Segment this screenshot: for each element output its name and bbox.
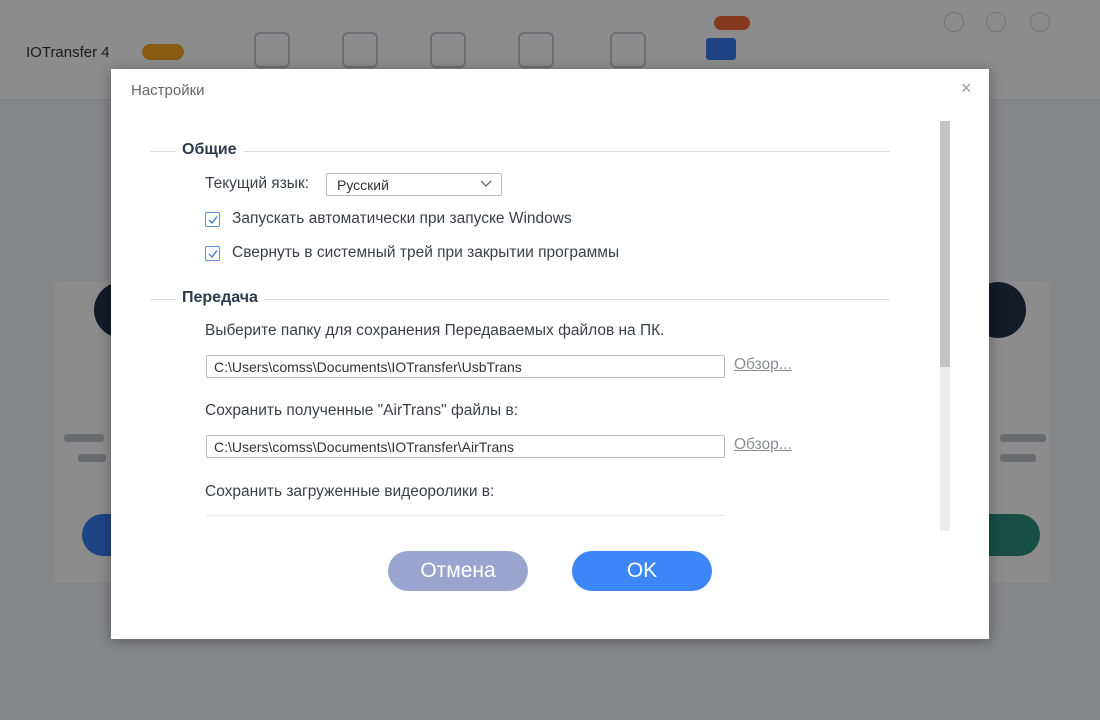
transfer-section-header: Передача	[150, 289, 890, 309]
save-folder-label: Выберите папку для сохранения Передаваем…	[205, 322, 665, 339]
save-folder-path-field[interactable]: C:\Users\comss\Documents\IOTransfer\UsbT…	[206, 355, 725, 378]
dialog-title: Настройки	[131, 82, 205, 99]
language-select[interactable]: Русский	[326, 173, 502, 196]
minimize-to-tray-label: Свернуть в системный трей при закрытии п…	[232, 244, 620, 261]
save-folder-path-value: C:\Users\comss\Documents\IOTransfer\UsbT…	[214, 359, 522, 375]
videos-label: Сохранить загруженные видеоролики в:	[205, 483, 495, 500]
videos-path-field-edge	[206, 515, 725, 516]
general-section-header: Общие	[150, 141, 890, 161]
transfer-section-title: Передача	[176, 289, 264, 307]
browse-save-folder-link[interactable]: Обзор...	[734, 356, 792, 374]
airtrans-label: Сохранить полученные "AirTrans" файлы в:	[205, 402, 519, 419]
scrollbar-thumb[interactable]	[940, 121, 950, 367]
airtrans-path-value: C:\Users\comss\Documents\IOTransfer\AirT…	[214, 439, 515, 455]
section-divider	[150, 151, 890, 152]
autostart-checkbox[interactable]	[205, 212, 220, 227]
general-section-title: Общие	[176, 141, 243, 159]
airtrans-path-field[interactable]: C:\Users\comss\Documents\IOTransfer\AirT…	[206, 435, 725, 458]
ok-button[interactable]: OK	[572, 551, 712, 591]
language-select-value: Русский	[337, 177, 389, 193]
chevron-down-icon	[480, 180, 492, 187]
checkmark-icon	[208, 250, 218, 259]
close-icon[interactable]: ×	[961, 78, 972, 98]
language-label: Текущий язык:	[205, 175, 310, 192]
checkmark-icon	[208, 216, 218, 225]
settings-dialog: Настройки × Общие Текущий язык: Русский …	[111, 69, 989, 639]
browse-airtrans-link[interactable]: Обзор...	[734, 436, 792, 454]
autostart-label: Запускать автоматически при запуске Wind…	[232, 210, 572, 227]
cancel-button[interactable]: Отмена	[388, 551, 528, 591]
settings-content: Общие Текущий язык: Русский Запускать ав…	[111, 121, 989, 531]
settings-scrollbar[interactable]	[940, 121, 950, 531]
minimize-to-tray-checkbox[interactable]	[205, 246, 220, 261]
